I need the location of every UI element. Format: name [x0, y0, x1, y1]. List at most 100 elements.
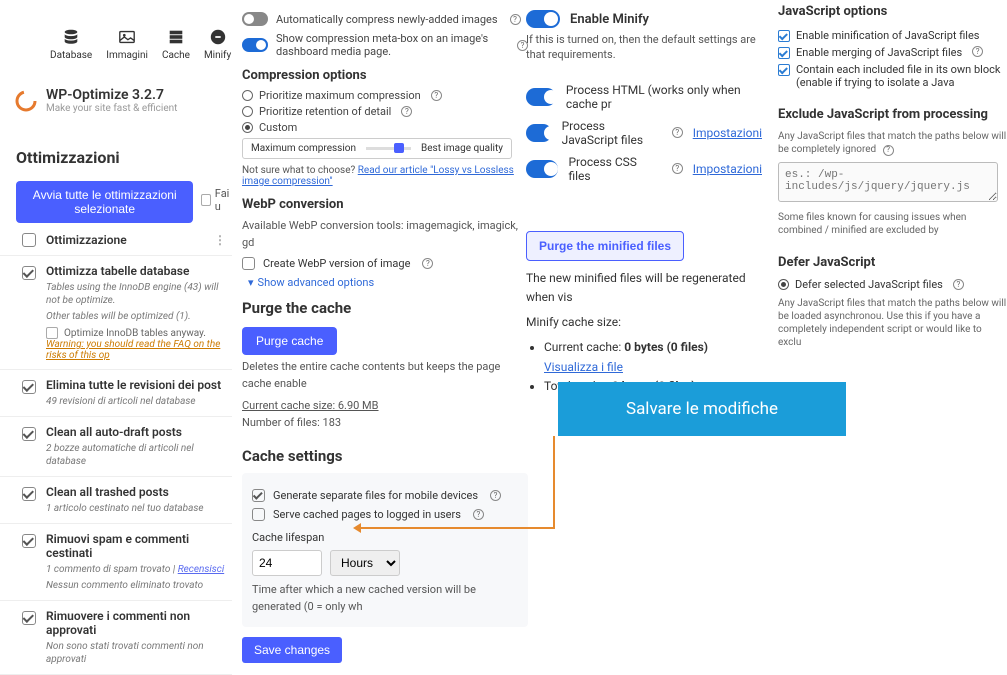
checkbox-icon[interactable]	[22, 487, 36, 501]
lifespan-input[interactable]	[252, 550, 322, 576]
purge-cache-button[interactable]: Purge cache	[242, 327, 337, 355]
nav-images[interactable]: Immagini	[106, 28, 148, 61]
minify-regen-note: The new minified files will be regenerat…	[526, 269, 762, 307]
wpo-logo-icon	[14, 89, 38, 113]
review-link[interactable]: Recensisci	[178, 564, 225, 575]
exclude-known-note: Some files known for causing issues when…	[778, 211, 1007, 237]
cache-settings-heading: Cache settings	[242, 447, 528, 465]
fai-checkbox[interactable]: Fai u	[201, 187, 232, 213]
warning-link[interactable]: Warning: you should read the FAQ on the …	[46, 339, 226, 361]
nav-minify[interactable]: Minify	[204, 28, 231, 61]
database-icon	[62, 28, 80, 46]
toggle-on-icon[interactable]	[526, 88, 556, 106]
webp-create-checkbox[interactable]: Create WebP version of image	[242, 257, 528, 270]
minify-current-cache: Current cache: 0 bytes (0 files) Visuali…	[544, 338, 762, 376]
minify-size-label: Minify cache size:	[526, 313, 762, 332]
compression-slider[interactable]: Maximum compression Best image quality	[242, 138, 512, 159]
process-js-toggle[interactable]: Process JavaScript files Impostazioni	[526, 119, 762, 147]
help-icon[interactable]	[401, 106, 412, 117]
help-icon[interactable]	[883, 145, 894, 156]
radio-max-compression[interactable]: Prioritize maximum compression	[242, 89, 528, 102]
help-icon[interactable]	[672, 127, 683, 138]
defer-note: Any JavaScript files that match the path…	[778, 297, 1007, 349]
checkbox-icon[interactable]	[22, 427, 36, 441]
minify-panel: Enable Minify If this is turned on, then…	[518, 0, 768, 360]
js-minify-checkbox[interactable]: Enable minification of JavaScript files	[778, 29, 1007, 42]
lifespan-label: Cache lifespan	[252, 531, 518, 544]
checkbox-icon[interactable]	[22, 611, 36, 625]
exclude-note: Any JavaScript files that match the path…	[778, 130, 1007, 156]
help-icon[interactable]	[490, 490, 501, 501]
webp-tools: Available WebP conversion tools: imagema…	[242, 218, 528, 251]
exclude-paths-input[interactable]	[778, 162, 998, 202]
js-merge-checkbox[interactable]: Enable merging of JavaScript files	[778, 46, 1007, 59]
annotation-callout: Salvare le modifiche	[558, 382, 846, 436]
nav-cache[interactable]: Cache	[162, 28, 190, 61]
radio-custom[interactable]: Custom	[242, 121, 528, 134]
serve-logged-in-checkbox[interactable]: Serve cached pages to logged in users	[252, 508, 518, 521]
purge-cache-heading: Purge the cache	[242, 299, 528, 317]
process-css-toggle[interactable]: Process CSS files Impostazioni	[526, 155, 762, 183]
toggle-on-icon[interactable]	[242, 38, 268, 52]
defer-selected-radio[interactable]: Defer selected JavaScript files	[778, 278, 1007, 291]
toggle-on-icon[interactable]	[526, 124, 552, 142]
radio-retain-detail[interactable]: Prioritize retention of detail	[242, 105, 528, 118]
meta-box-toggle[interactable]: Show compression meta-box on an image's …	[242, 32, 528, 58]
images-icon	[118, 28, 136, 46]
opt-table-header: Ottimizzazione ⋮	[0, 223, 232, 256]
arrow-icon	[353, 523, 361, 533]
help-icon[interactable]	[972, 46, 983, 57]
js-options-heading: JavaScript options	[778, 4, 1007, 19]
nav-database[interactable]: Database	[50, 28, 92, 61]
toggle-off-icon[interactable]	[242, 12, 268, 26]
js-contain-checkbox[interactable]: Contain each included file in its own bl…	[778, 63, 1007, 89]
opt-item-spam[interactable]: Rimuovi spam e commenti cestinati 1 comm…	[0, 524, 232, 601]
help-icon[interactable]	[431, 90, 442, 101]
connector-line	[553, 436, 555, 528]
gen-mobile-checkbox[interactable]: Generate separate files for mobile devic…	[252, 489, 518, 502]
cache-icon	[167, 28, 185, 46]
brand-subtitle: Make your site fast & efficient	[46, 103, 177, 114]
exclude-js-heading: Exclude JavaScript from processing	[778, 107, 1007, 122]
opt-item-revisions[interactable]: Elimina tutte le revisioni dei post 49 r…	[0, 370, 232, 417]
view-files-link[interactable]: Visualizza i file	[544, 360, 623, 374]
compression-options-heading: Compression options	[242, 68, 528, 83]
minify-icon	[209, 28, 227, 46]
save-changes-button[interactable]: Save changes	[242, 637, 342, 663]
help-icon[interactable]	[953, 279, 964, 290]
chevron-down-icon: ▾	[248, 276, 254, 289]
css-settings-link[interactable]: Impostazioni	[693, 162, 762, 176]
connector-line	[360, 527, 555, 529]
optimize-innodb-anyway[interactable]: Optimize InnoDB tables anyway.	[46, 327, 226, 339]
cache-size: Current cache size: 6.90 MB	[242, 398, 528, 415]
help-icon[interactable]	[672, 163, 683, 174]
lifespan-note: Time after which a new cached version wi…	[252, 582, 518, 615]
toggle-on-icon[interactable]	[526, 160, 558, 178]
brand-block: WP-Optimize 3.2.7 Make your site fast & …	[0, 71, 232, 120]
opt-item-autodraft[interactable]: Clean all auto-draft posts 2 bozze autom…	[0, 417, 232, 477]
show-advanced-link[interactable]: ▾ Show advanced options	[248, 276, 528, 289]
checkbox-icon[interactable]	[22, 266, 36, 280]
opt-item-optimize-db[interactable]: Ottimizza tabelle database Tables using …	[0, 256, 232, 370]
lifespan-unit-select[interactable]: Hours	[330, 550, 400, 576]
purge-desc: Deletes the entire cache contents but ke…	[242, 359, 528, 392]
js-settings-link[interactable]: Impostazioni	[693, 126, 762, 140]
process-html-toggle[interactable]: Process HTML (works only when cache pr	[526, 83, 762, 111]
checkbox-icon[interactable]	[22, 534, 36, 548]
cache-files: Number of files: 183	[242, 415, 528, 432]
opt-item-unapproved[interactable]: Rimuovere i commenti non approvati Non s…	[0, 601, 232, 675]
optimizations-heading: Ottimizzazioni	[0, 120, 232, 177]
minify-desc: If this is turned on, then the default s…	[526, 32, 762, 63]
opt-item-trashed[interactable]: Clean all trashed posts 1 articolo cesti…	[0, 477, 232, 524]
cache-settings-box: Generate separate files for mobile devic…	[242, 473, 528, 627]
middle-panel: Automatically compress newly-added image…	[232, 0, 532, 567]
toggle-on-icon[interactable]	[526, 10, 560, 28]
checkbox-icon[interactable]	[22, 380, 36, 394]
purge-minified-button[interactable]: Purge the minified files	[526, 231, 684, 261]
enable-minify-toggle[interactable]: Enable Minify	[526, 10, 762, 28]
auto-compress-toggle[interactable]: Automatically compress newly-added image…	[242, 12, 528, 26]
run-all-button[interactable]: Avvia tutte le ottimizzazioni selezionat…	[16, 181, 193, 223]
js-options-panel: JavaScript options Enable minification o…	[768, 0, 1007, 567]
help-icon[interactable]	[473, 509, 484, 520]
help-icon[interactable]	[422, 258, 433, 269]
